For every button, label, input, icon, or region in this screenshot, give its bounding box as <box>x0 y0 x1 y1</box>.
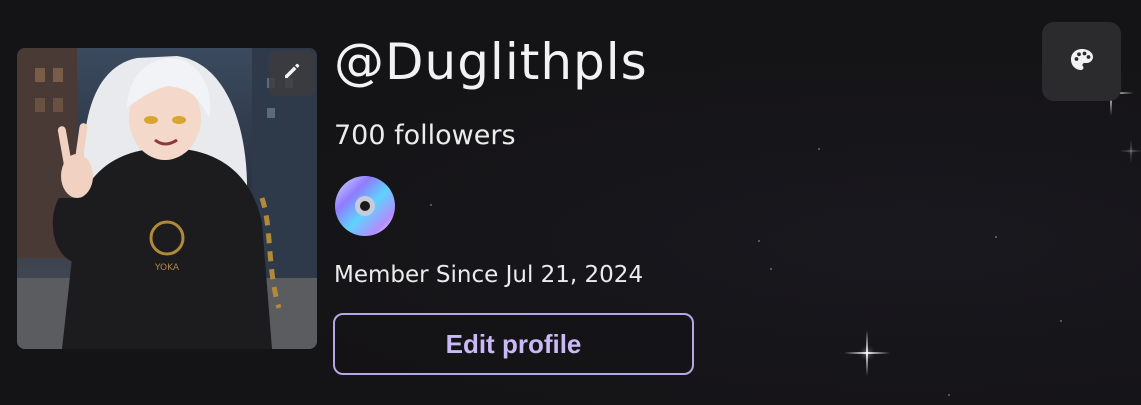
star-decoration <box>430 204 432 206</box>
profile-username: @Duglithpls <box>334 33 648 91</box>
svg-text:YOKA: YOKA <box>154 263 180 273</box>
member-since: Member Since Jul 21, 2024 <box>334 262 644 288</box>
star-decoration <box>1060 320 1062 322</box>
followers-count[interactable]: 700 followers <box>334 118 516 154</box>
star-decoration <box>995 236 997 238</box>
disc-icon <box>333 176 397 242</box>
sparkle-decoration <box>844 330 890 376</box>
star-decoration <box>758 240 760 242</box>
star-decoration <box>770 268 772 270</box>
edit-avatar-button[interactable] <box>269 50 315 96</box>
edit-profile-button[interactable]: Edit profile <box>333 313 694 375</box>
palette-icon <box>1068 46 1096 78</box>
disc-badge[interactable] <box>333 174 397 238</box>
profile-header: YOKA @Duglithpls 700 followers Member Si… <box>0 0 1141 405</box>
pencil-icon <box>282 61 302 85</box>
star-decoration <box>948 394 950 396</box>
sparkle-decoration <box>1119 139 1141 163</box>
theme-button[interactable] <box>1042 22 1121 101</box>
star-decoration <box>818 148 820 150</box>
